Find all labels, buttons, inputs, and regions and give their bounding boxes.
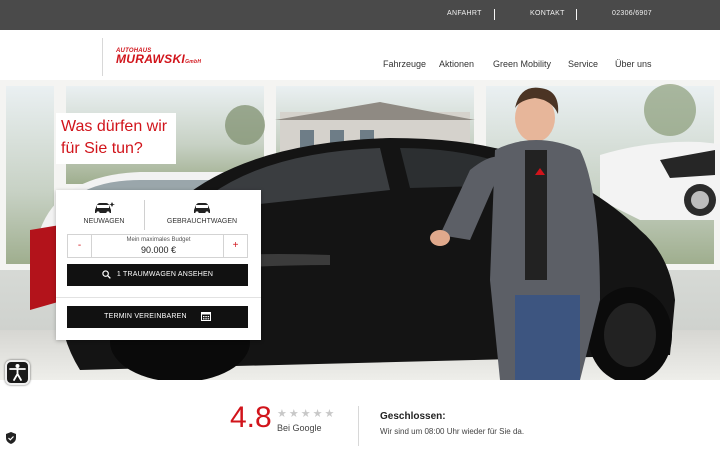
directions-link[interactable]: ANFAHRT [447,10,482,17]
nav-item-fahrzeuge[interactable]: Fahrzeuge [383,59,426,69]
brand-logo[interactable]: AUTOHAUS MURAWSKIGmbH [116,48,201,68]
calendar-icon [200,312,211,322]
tab-divider [144,200,145,230]
logo-divider [102,38,103,76]
star-icon: ★ [288,408,301,420]
view-cars-label: 1 TRAUMWAGEN ANSEHEN [116,271,214,278]
nav-item-green-mobility[interactable]: Green Mobility [493,59,551,69]
used-car-icon [194,203,210,215]
nav-item-ueber-uns[interactable]: Über uns [615,59,652,69]
tab-gebrauchtwagen[interactable]: GEBRAUCHTWAGEN [152,198,252,232]
logo-line2: MURAWSKIGmbH [116,52,202,66]
star-icon: ★ [312,408,325,420]
card-divider [56,297,261,298]
accessibility-button[interactable] [5,360,30,385]
budget-stepper: - Mein maximales Budget 90.000 € + [67,234,248,258]
rating-stars: ★★★★★ [277,407,336,420]
phone-link[interactable]: 02306/6907 [612,10,652,17]
topbar-divider [494,9,495,20]
top-bar: ANFAHRT KONTAKT 02306/6907 [0,0,720,30]
new-car-icon [95,202,115,215]
cookie-settings-icon[interactable] [4,431,18,445]
opening-status-title: Geschlossen: [380,411,446,422]
main-header: AUTOHAUS MURAWSKIGmbH Fahrzeuge Aktionen… [0,30,720,80]
appointment-label: TERMIN VEREINBAREN [104,313,187,320]
rating-divider [358,406,359,446]
budget-decrease-button[interactable]: - [68,235,92,257]
vehicle-finder-card: NEUWAGEN GEBRAUCHTWAGEN - Mein maximales… [56,190,261,340]
opening-status-text: Wir sind um 08:00 Uhr wieder für Sie da. [380,427,525,436]
headline-line-2: für Sie tun? [61,140,143,157]
contact-link[interactable]: KONTAKT [530,10,565,17]
budget-increase-button[interactable]: + [223,235,247,257]
star-icon: ★ [277,408,289,420]
nav-item-service[interactable]: Service [568,59,598,69]
star-icon: ★ [324,408,337,420]
star-icon: ★ [300,408,313,420]
view-cars-button[interactable]: 1 TRAUMWAGEN ANSEHEN [67,264,248,286]
tab-neuwagen[interactable]: NEUWAGEN [64,198,144,232]
google-rating-value: 4.8 [230,401,272,434]
accessibility-icon [9,364,26,381]
tab-gebrauchtwagen-label: GEBRAUCHTWAGEN [166,218,238,225]
headline-line-1: Was dürfen wir [61,118,168,135]
topbar-divider [576,9,577,20]
search-icon [102,269,111,279]
budget-label: Mein maximales Budget [126,237,191,243]
budget-value[interactable]: 90.000 € [92,245,225,255]
tab-neuwagen-label: NEUWAGEN [83,218,125,225]
hero-headline: Was dürfen wir für Sie tun? [56,113,176,164]
rating-source: Bei Google [277,423,322,433]
appointment-button[interactable]: TERMIN VEREINBAREN [67,306,248,328]
nav-item-aktionen[interactable]: Aktionen [439,59,474,69]
